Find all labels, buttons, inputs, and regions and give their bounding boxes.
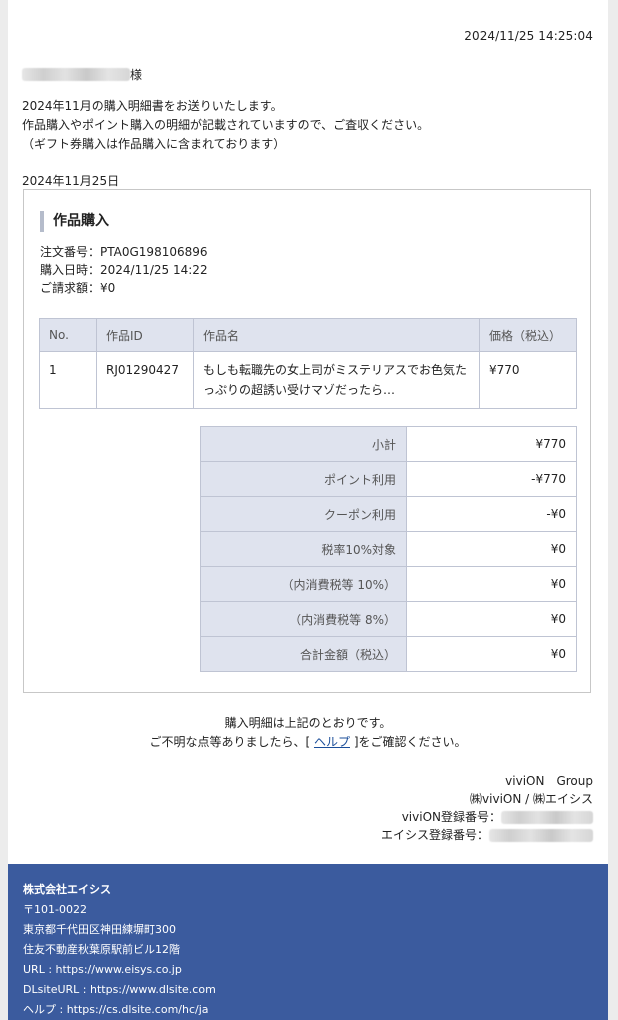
billed-amount-row: ご請求額：¥0 — [40, 281, 116, 295]
summary-row-points: ポイント利用 -¥770 — [200, 461, 577, 497]
intro-line-1: 2024年11月の購入明細書をお送りいたします。 — [22, 99, 283, 113]
order-number-row: 注文番号：PTA0G198106896 — [40, 245, 208, 259]
purchase-date: 2024/11/25 14:22 — [100, 263, 208, 277]
footer-url[interactable]: URL : https://www.eisys.co.jp — [23, 960, 216, 980]
billed-amount: ¥0 — [100, 281, 116, 295]
intro-line-2: 作品購入やポイント購入の明細が記載されていますので、ご査収ください。 — [22, 118, 430, 132]
summary-row-tax8: （内消費税等 8%） ¥0 — [200, 601, 577, 637]
col-product-id: 作品ID — [96, 318, 194, 352]
intro-text: 2024年11月の購入明細書をお送りいたします。 作品購入やポイント購入の明細が… — [22, 97, 429, 154]
item-no: 1 — [39, 351, 97, 409]
purchase-section: 作品購入 注文番号：PTA0G198106896 購入日時：2024/11/25… — [23, 189, 591, 693]
vivion-reg-row: viviON登録番号： — [381, 808, 593, 826]
summary-row-tax10-target: 税率10%対象 ¥0 — [200, 531, 577, 567]
footer-company-info: 株式会社エイシス 〒101-0022 東京都千代田区神田練塀町300 住友不動産… — [23, 880, 216, 1020]
col-no: No. — [39, 318, 97, 352]
items-header-row: No. 作品ID 作品名 価格（税込） — [39, 318, 577, 352]
redacted-eisys-reg-number — [489, 828, 593, 842]
closing-text: 購入明細は上記のとおりです。 ご不明な点等ありましたら、[ ヘルプ ]をご確認く… — [8, 714, 608, 752]
summary-table: 小計 ¥770 ポイント利用 -¥770 クーポン利用 -¥0 税率10%対象 … — [200, 426, 577, 672]
items-table: No. 作品ID 作品名 価格（税込） 1 RJ01290427 もしも転職先の… — [39, 318, 577, 409]
closing-line-1: 購入明細は上記のとおりです。 — [224, 716, 392, 730]
redacted-vivion-reg-number — [501, 810, 593, 824]
recipient-line: 様 — [22, 66, 142, 83]
recipient-honorific: 様 — [130, 68, 143, 82]
summary-row-subtotal: 小計 ¥770 — [200, 426, 577, 462]
col-product-name: 作品名 — [193, 318, 480, 352]
sent-timestamp: 2024/11/25 14:25:04 — [464, 29, 593, 43]
table-row: 1 RJ01290427 もしも転職先の女上司がミステリアスでお色気たっぷりの超… — [39, 351, 577, 409]
footer: 株式会社エイシス 〒101-0022 東京都千代田区神田練塀町300 住友不動産… — [8, 864, 608, 1020]
footer-postal: 〒101-0022 — [23, 903, 87, 916]
help-link[interactable]: ヘルプ — [314, 735, 350, 749]
order-meta: 注文番号：PTA0G198106896 購入日時：2024/11/25 14:2… — [40, 243, 208, 297]
item-id: RJ01290427 — [96, 351, 194, 409]
section-title: 作品購入 — [40, 211, 109, 232]
order-number: PTA0G198106896 — [100, 245, 208, 259]
signature-group: viviON Group — [505, 774, 593, 788]
footer-help-url[interactable]: ヘルプ : https://cs.dlsite.com/hc/ja — [23, 1000, 216, 1020]
order-date: 2024年11月25日 — [22, 174, 120, 188]
signature: viviON Group ㈱viviON / ㈱エイシス viviON登録番号：… — [381, 772, 593, 844]
item-price: ¥770 — [479, 351, 577, 409]
footer-company: 株式会社エイシス — [23, 883, 111, 896]
purchase-date-row: 購入日時：2024/11/25 14:22 — [40, 263, 208, 277]
intro-line-3: （ギフト券購入は作品購入に含まれております） — [22, 137, 286, 151]
footer-address-1: 東京都千代田区神田練塀町300 — [23, 923, 176, 936]
closing-line-2: ご不明な点等ありましたら、[ ヘルプ ]をご確認ください。 — [149, 735, 467, 749]
col-price: 価格（税込） — [479, 318, 577, 352]
signature-companies: ㈱viviON / ㈱エイシス — [470, 792, 593, 806]
email-page: 2024/11/25 14:25:04 様 2024年11月の購入明細書をお送り… — [8, 0, 608, 1020]
summary-row-tax10: （内消費税等 10%） ¥0 — [200, 566, 577, 602]
summary-row-total: 合計金額（税込） ¥0 — [200, 636, 577, 672]
redacted-recipient-name — [22, 68, 130, 81]
item-name: もしも転職先の女上司がミステリアスでお色気たっぷりの超誘い受けマゾだったら… — [193, 351, 480, 409]
footer-dlsite-url[interactable]: DLsiteURL : https://www.dlsite.com — [23, 980, 216, 1000]
eisys-reg-row: エイシス登録番号： — [381, 826, 593, 844]
summary-row-coupon: クーポン利用 -¥0 — [200, 496, 577, 532]
footer-address-2: 住友不動産秋葉原駅前ビル12階 — [23, 943, 180, 956]
